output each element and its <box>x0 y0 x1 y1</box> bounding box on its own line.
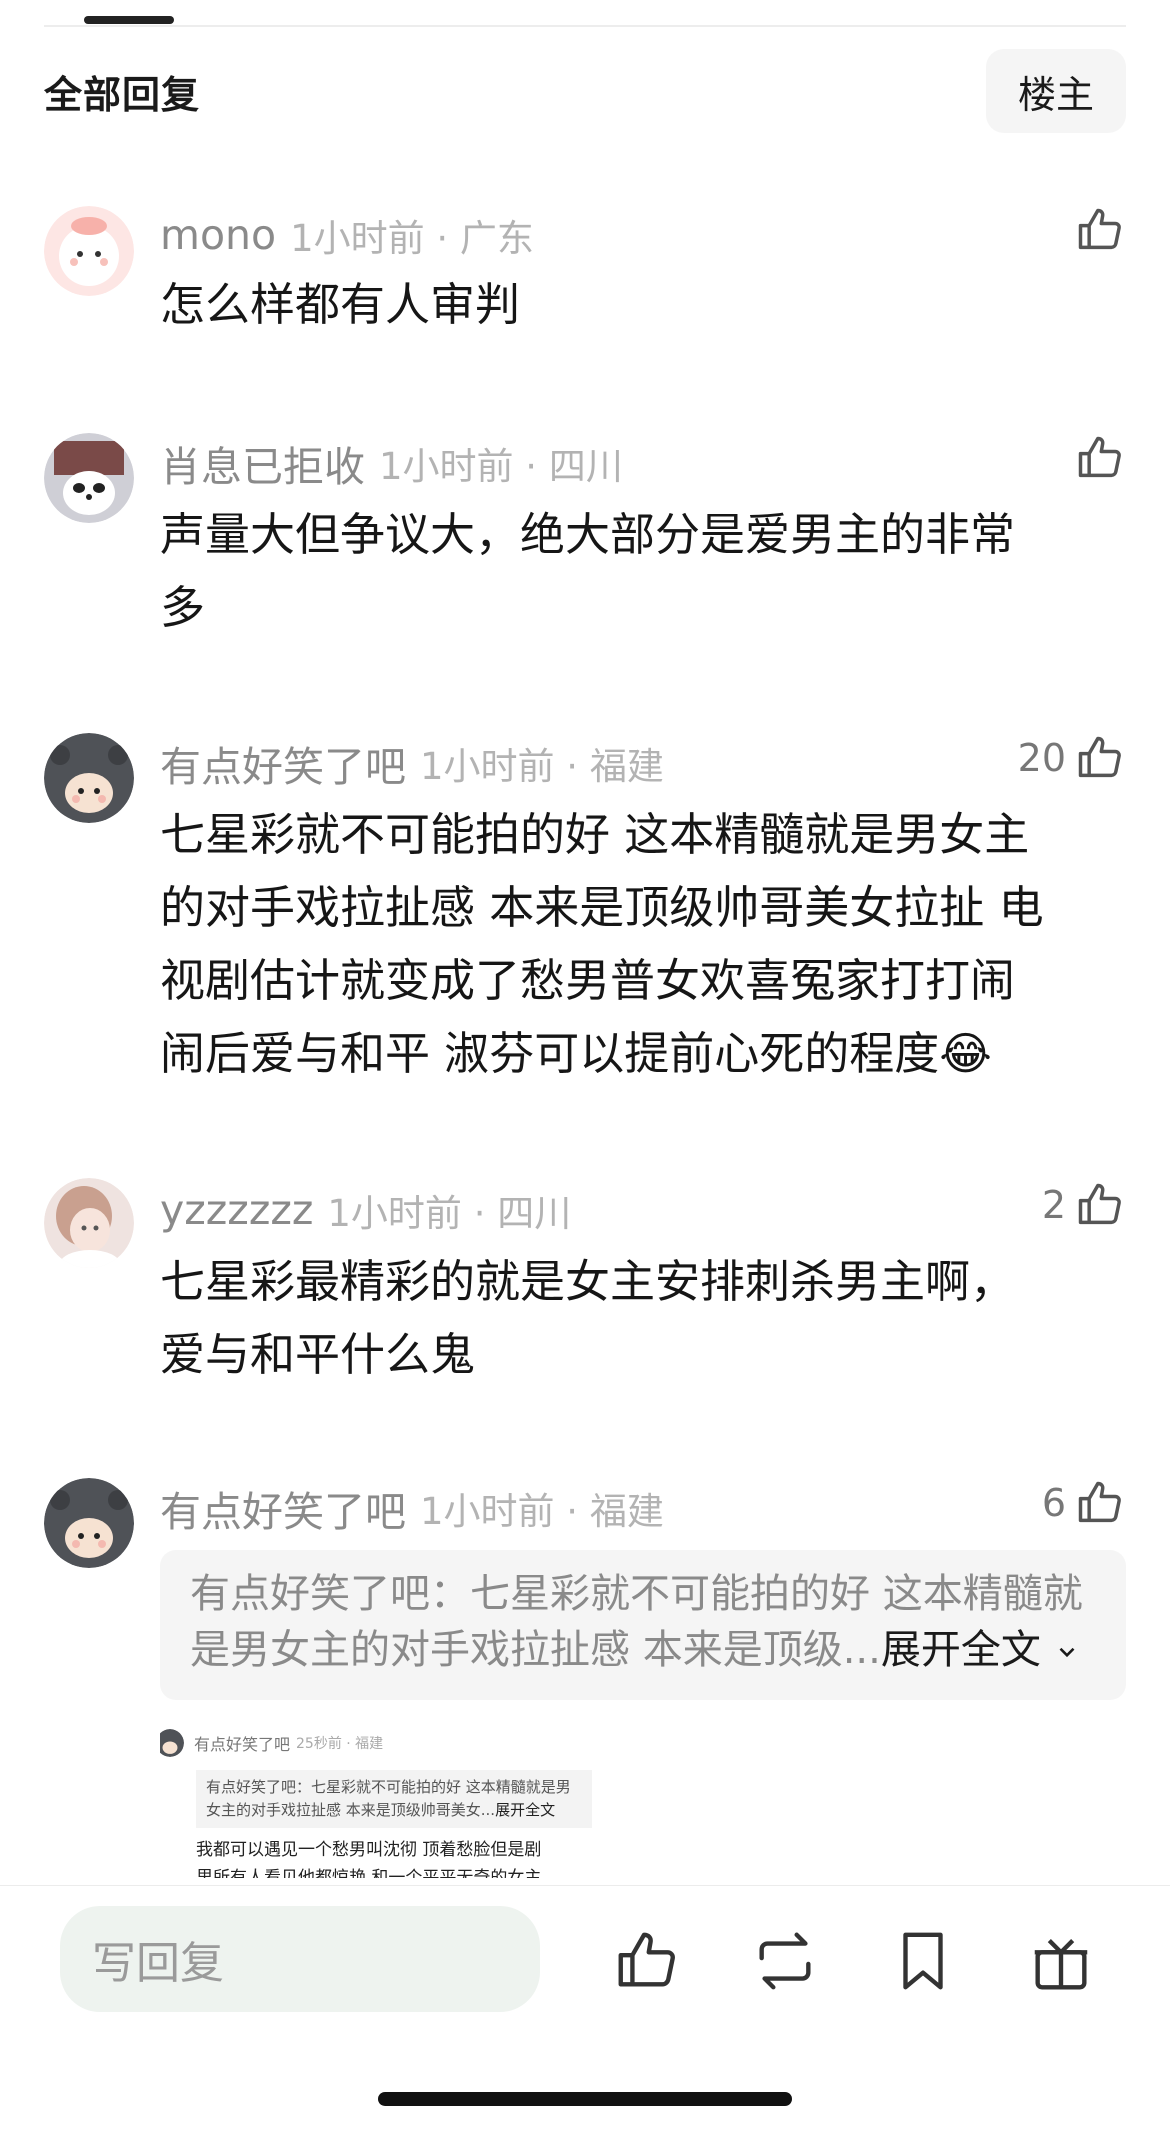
expand-label: 展开全文 <box>880 1627 1041 1673</box>
avatar[interactable] <box>44 1478 134 1568</box>
comment-line: 的对手戏拉扯感 本来是顶级帅哥美女拉扯 电 <box>160 881 1044 934</box>
thumb-up-icon <box>1078 1481 1121 1523</box>
like-count: 6 <box>1041 1481 1066 1525</box>
mini-quote: 有点好笑了吧：七星彩就不可能拍的好 这本精髓就是男 女主的对手戏拉扯感 本来是顶… <box>196 1770 592 1828</box>
comment-body: 七星彩最精彩的就是女主安排刺杀男主啊， 爱与和平什么鬼 <box>160 1245 1130 1391</box>
like-button[interactable]: 2 <box>1042 1175 1126 1235</box>
comment-meta: mono 1小时前 · 广东 <box>160 205 1126 265</box>
comment-line: 七星彩最精彩的就是女主安排刺杀男主啊， <box>160 1255 1016 1308</box>
comment-time: 1小时前 · 福建 <box>420 1490 664 1533</box>
chevron-down-icon <box>1059 1647 1074 1658</box>
mini-text-line: 里所有人看见他都惊艳 和一个平平无奇的女主 <box>196 1868 542 1878</box>
thumb-up-icon[interactable] <box>612 1926 682 1996</box>
comment-meta: 有点好笑了吧 1小时前 · 福建 <box>160 1478 1126 1538</box>
like-button[interactable]: 6 <box>1042 1473 1126 1533</box>
quoted-reply[interactable]: 有点好笑了吧：七星彩就不可能拍的好 这本精髓就 是男女主的对手戏拉扯感 本来是顶… <box>160 1550 1126 1700</box>
comment-author[interactable]: 有点好笑了吧 <box>160 733 406 793</box>
mini-quote-line: 女主的对手戏拉扯感 本来是顶级帅哥美女...展开全文 <box>206 1799 582 1822</box>
comment-body: 声量大但争议大，绝大部分是爱男主的非常 多 <box>160 498 1130 644</box>
like-count: 20 <box>1017 736 1066 780</box>
comment-time: 1小时前 · 广东 <box>290 217 534 260</box>
mini-avatar <box>160 1729 184 1757</box>
bookmark-icon[interactable] <box>888 1926 958 1996</box>
reply-input[interactable]: 写回复 <box>60 1906 540 2012</box>
comment-meta: 肖息已拒收 1小时前 · 四川 <box>160 433 1126 493</box>
thumb-up-icon <box>1078 736 1121 778</box>
mini-time: 25秒前 · 福建 <box>296 1736 384 1752</box>
mini-quote-text: 女主的对手戏拉扯感 本来是顶级帅哥美女... <box>206 1801 496 1819</box>
home-indicator <box>378 2092 792 2106</box>
comment-line: 多 <box>160 581 206 634</box>
replies-header: 全部回复 楼主 <box>44 48 1126 134</box>
like-button[interactable]: 20 <box>1018 728 1126 788</box>
expand-full-text-link[interactable]: 展开全文 <box>881 1627 1080 1673</box>
mini-quote-line: 有点好笑了吧：七星彩就不可能拍的好 这本精髓就是男 <box>206 1778 571 1796</box>
comment-time: 1小时前 · 福建 <box>420 745 664 788</box>
comment-time: 1小时前 · 四川 <box>379 445 623 488</box>
embedded-reply-screenshot[interactable]: 有点好笑了吧 25秒前 · 福建 有点好笑了吧：七星彩就不可能拍的好 这本精髓就… <box>160 1728 600 1878</box>
mini-text-line: 我都可以遇见一个愁男叫沈彻 顶着愁脸但是剧 <box>196 1840 542 1860</box>
divider <box>44 25 1126 27</box>
mini-expand-label: 展开全文 <box>495 1801 556 1819</box>
comment-author[interactable]: 肖息已拒收 <box>160 433 365 493</box>
avatar[interactable] <box>44 433 134 523</box>
comment-time: 1小时前 · 四川 <box>327 1192 572 1235</box>
like-button[interactable] <box>1066 200 1126 260</box>
like-button[interactable] <box>1066 428 1126 488</box>
thumb-up-icon <box>1078 1183 1121 1225</box>
comment-line: 怎么样都有人审判 <box>160 278 521 331</box>
comment-meta: yzzzzzz 1小时前 · 四川 <box>160 1180 1126 1240</box>
quote-line: 有点好笑了吧：七星彩就不可能拍的好 这本精髓就 <box>190 1571 1083 1617</box>
mini-text: 我都可以遇见一个愁男叫沈彻 顶着愁脸但是剧 里所有人看见他都惊艳 和一个平平无奇… <box>196 1836 600 1878</box>
comment-author[interactable]: 有点好笑了吧 <box>160 1478 406 1538</box>
mini-meta: 有点好笑了吧 25秒前 · 福建 <box>160 1728 600 1758</box>
avatar[interactable] <box>44 733 134 823</box>
avatar[interactable] <box>44 206 134 296</box>
comment-author[interactable]: mono <box>160 211 276 259</box>
quote-line: 是男女主的对手戏拉扯感 本来是顶级...展开全文 <box>190 1622 1096 1678</box>
comment-body: 怎么样都有人审判 <box>160 268 1130 341</box>
repost-icon[interactable] <box>750 1926 820 1996</box>
comment-line: 视剧估计就变成了愁男普女欢喜冤家打打闹 <box>160 954 1016 1007</box>
comment-line: 七星彩就不可能拍的好 这本精髓就是男女主 <box>160 808 1030 861</box>
comment-body: 七星彩就不可能拍的好 这本精髓就是男女主 的对手戏拉扯感 本来是顶级帅哥美女拉扯… <box>160 798 1130 1090</box>
thumb-up-icon <box>1078 436 1121 478</box>
gift-icon[interactable] <box>1026 1926 1096 1996</box>
all-replies-title: 全部回复 <box>44 72 201 117</box>
comment-line: 闹后爱与和平 淑芬可以提前心死的程度😂 <box>160 1027 992 1080</box>
avatar[interactable] <box>44 1178 134 1268</box>
mini-author: 有点好笑了吧 <box>194 1735 291 1754</box>
comment-meta: 有点好笑了吧 1小时前 · 福建 <box>160 733 1126 793</box>
like-count: 2 <box>1041 1183 1066 1227</box>
tab-indicator <box>84 16 174 24</box>
thumb-up-icon <box>1078 208 1121 250</box>
comment-line: 声量大但争议大，绝大部分是爱男主的非常 <box>160 508 1016 561</box>
owner-filter-button[interactable]: 楼主 <box>986 49 1126 133</box>
comment-line: 爱与和平什么鬼 <box>160 1328 476 1381</box>
quote-line-text: 是男女主的对手戏拉扯感 本来是顶级... <box>190 1627 881 1673</box>
comment-author[interactable]: yzzzzzz <box>160 1186 313 1234</box>
